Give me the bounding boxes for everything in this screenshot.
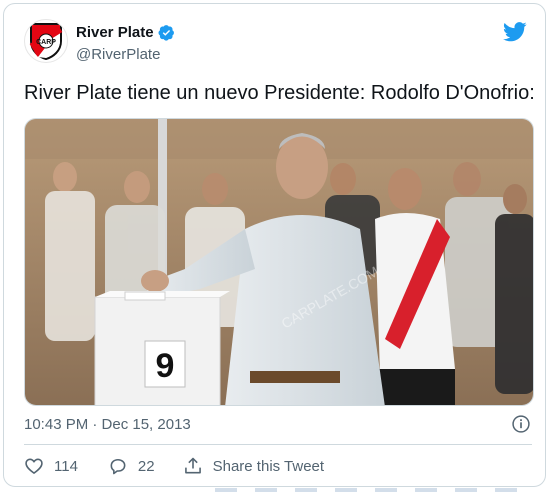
reply-bubble-icon [110, 458, 126, 475]
svg-text:CARP: CARP [36, 39, 56, 46]
cutoff-content-strip [215, 488, 535, 492]
photo-illustration: 9 CARPLATE.COM [25, 119, 533, 405]
like-count: 114 [54, 457, 78, 475]
verified-badge-icon [158, 25, 174, 41]
river-plate-crest-icon: CARP [29, 23, 63, 61]
twitter-bird-icon[interactable] [503, 21, 527, 43]
tweet-text: River Plate tiene un nuevo Presidente: R… [24, 82, 535, 104]
author-handle[interactable]: @RiverPlate [76, 46, 160, 63]
author-name[interactable]: River Plate [76, 24, 154, 41]
tweet-actions: 114 22 Share this Tweet [24, 454, 324, 478]
heart-icon [25, 458, 43, 474]
share-label: Share this Tweet [212, 457, 325, 475]
tweet-photo[interactable]: 9 CARPLATE.COM [24, 118, 534, 406]
reply-button[interactable]: 22 [108, 456, 155, 476]
info-icon[interactable] [511, 414, 531, 434]
tweet-timestamp[interactable]: 10:43 PM · Dec 15, 2013 [24, 416, 191, 433]
author-name-row[interactable]: River Plate [76, 24, 175, 41]
share-button[interactable]: Share this Tweet [183, 456, 324, 476]
avatar[interactable]: CARP [24, 19, 68, 63]
ballot-box-number: 9 [156, 347, 175, 385]
share-icon [184, 457, 201, 474]
reply-count: 22 [137, 457, 155, 475]
like-button[interactable]: 114 [24, 456, 78, 476]
divider [24, 444, 532, 445]
tweet-card: CARP River Plate @RiverPlate River Plate… [3, 3, 546, 487]
